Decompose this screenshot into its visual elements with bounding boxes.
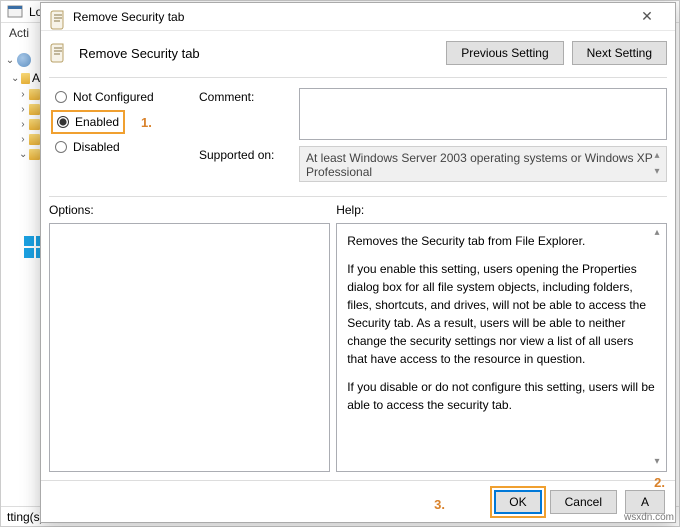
radio-disabled[interactable]: Disabled	[55, 140, 189, 154]
tree-node-6[interactable]: ⌄	[5, 149, 40, 160]
apply-button[interactable]: A	[625, 490, 665, 514]
ok-button[interactable]: OK	[494, 490, 541, 514]
radio-not-configured[interactable]: Not Configured	[55, 90, 189, 104]
separator	[49, 196, 667, 197]
source-watermark: wsxdn.com	[624, 512, 674, 523]
chevron-down-icon[interactable]: ⌄	[5, 55, 15, 66]
comment-row: Comment:	[199, 88, 667, 140]
help-column: Help: Removes the Security tab from File…	[336, 203, 667, 472]
radio-label: Enabled	[75, 115, 119, 129]
radio-input[interactable]	[55, 141, 67, 153]
chevron-down-icon[interactable]: ⌄	[11, 73, 19, 84]
cancel-button[interactable]: Cancel	[550, 490, 617, 514]
scroll-up-icon[interactable]: ▴	[650, 226, 664, 240]
close-button[interactable]: ✕	[627, 3, 667, 30]
chevron-down-icon[interactable]: ⌄	[19, 149, 27, 160]
bg-menu-action[interactable]: Acti	[9, 26, 29, 40]
comment-column: Comment: Supported on: At least Windows …	[199, 88, 667, 182]
policy-scroll-icon	[49, 42, 71, 64]
radio-enabled-row: Enabled 1.	[55, 114, 189, 130]
folder-icon	[29, 149, 40, 160]
ok-highlight: OK	[494, 490, 541, 514]
comment-textbox[interactable]	[299, 88, 667, 140]
previous-setting-button[interactable]: Previous Setting	[446, 41, 563, 65]
help-label: Help:	[336, 203, 667, 217]
tree-node-2[interactable]: ›	[5, 89, 40, 100]
dialog-header: Remove Security tab Previous Setting Nex…	[49, 41, 667, 78]
folder-icon	[29, 104, 40, 115]
options-box	[49, 223, 330, 472]
bg-tree[interactable]: ⌄ ⌄ A › › › ›	[1, 43, 41, 506]
tree-node-3[interactable]: ›	[5, 104, 40, 115]
folder-icon	[29, 89, 40, 100]
help-p3: If you disable or do not configure this …	[347, 378, 656, 414]
help-p2: If you enable this setting, users openin…	[347, 260, 656, 368]
supported-row: Supported on: At least Windows Server 20…	[199, 146, 667, 182]
chevron-right-icon[interactable]: ›	[19, 104, 27, 115]
setting-name: Remove Security tab	[79, 46, 200, 61]
dialog-footer: 3. OK Cancel 2. A	[41, 480, 675, 522]
chevron-right-icon[interactable]: ›	[19, 119, 27, 130]
folder-icon	[29, 134, 40, 145]
folder-icon	[29, 119, 40, 130]
options-column: Options:	[49, 203, 330, 472]
radio-enabled[interactable]: Enabled	[55, 114, 121, 130]
dialog-title: Remove Security tab	[73, 10, 627, 24]
tree-node-1[interactable]: ⌄ A	[5, 71, 40, 85]
help-p1: Removes the Security tab from File Explo…	[347, 232, 656, 250]
policy-icon	[17, 53, 31, 67]
annotation-2: 2.	[654, 475, 665, 490]
radio-input[interactable]	[57, 116, 69, 128]
scroll-up-icon[interactable]: ▴	[650, 149, 664, 163]
supported-label: Supported on:	[199, 146, 289, 162]
tree-root[interactable]: ⌄	[5, 53, 40, 67]
policy-dialog: Remove Security tab ✕ Remove Security ta…	[40, 2, 676, 523]
supported-textbox: At least Windows Server 2003 operating s…	[299, 146, 667, 182]
nav-buttons: Previous Setting Next Setting	[446, 41, 667, 65]
tree-node-5[interactable]: ›	[5, 134, 40, 145]
help-box: Removes the Security tab from File Explo…	[336, 223, 667, 472]
top-area: Not Configured Enabled 1. Disabled Comme…	[49, 88, 667, 182]
state-radios: Not Configured Enabled 1. Disabled	[49, 88, 189, 182]
status-text: tting(s)	[7, 510, 44, 524]
scroll-down-icon[interactable]: ▾	[650, 165, 664, 179]
tree-node-4[interactable]: ›	[5, 119, 40, 130]
bg-app-icon	[7, 4, 23, 20]
lower-area: Options: Help: Removes the Security tab …	[49, 203, 667, 472]
radio-label: Not Configured	[73, 90, 154, 104]
annotation-1: 1.	[141, 115, 152, 130]
chevron-right-icon[interactable]: ›	[19, 134, 27, 145]
dialog-titlebar[interactable]: Remove Security tab ✕	[41, 3, 675, 31]
options-label: Options:	[49, 203, 330, 217]
supported-value: At least Windows Server 2003 operating s…	[306, 151, 653, 179]
next-setting-button[interactable]: Next Setting	[572, 41, 667, 65]
tree-label: A	[32, 71, 40, 85]
setting-name-group: Remove Security tab	[49, 42, 200, 64]
scroll-down-icon[interactable]: ▾	[650, 455, 664, 469]
dialog-content: Remove Security tab Previous Setting Nex…	[41, 31, 675, 480]
radio-label: Disabled	[73, 140, 120, 154]
comment-label: Comment:	[199, 88, 289, 104]
policy-scroll-icon	[49, 9, 65, 25]
folder-icon	[21, 73, 30, 84]
radio-input[interactable]	[55, 91, 67, 103]
annotation-3: 3.	[434, 497, 445, 512]
chevron-right-icon[interactable]: ›	[19, 89, 27, 100]
